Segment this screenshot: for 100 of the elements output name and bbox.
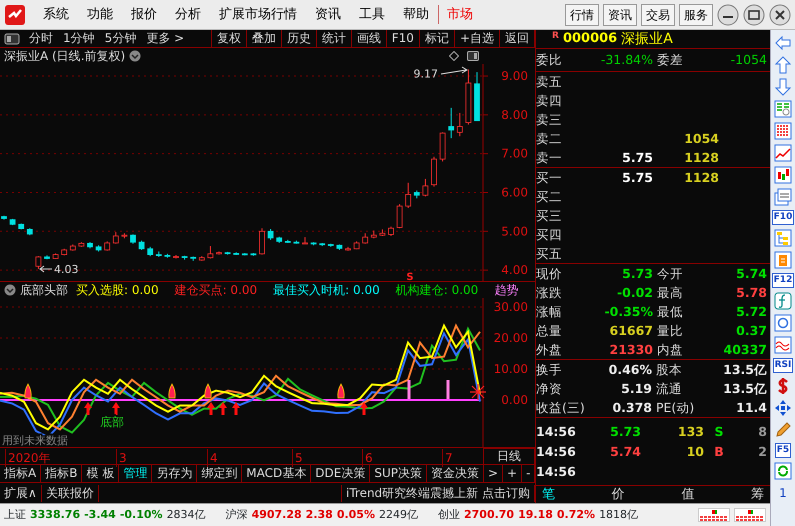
close-icon[interactable] (769, 4, 791, 26)
index-value: 4907.28 (252, 506, 302, 523)
axis-label: 7.00 (501, 146, 528, 161)
extension-tab[interactable]: 关联报价 (42, 484, 99, 502)
indicator-tab[interactable]: MACD基本 (242, 465, 312, 482)
index-name: 创业 (438, 506, 460, 523)
toolbar-button[interactable]: 统计 (316, 30, 351, 47)
indicator-tab[interactable]: SUP决策 (370, 465, 427, 482)
line-chart-icon[interactable] (774, 144, 792, 162)
sell-signal-marker: S (406, 272, 414, 281)
stock-code: 000006 (562, 30, 618, 48)
extension-tab[interactable]: 扩展∧ (0, 484, 42, 502)
toolbar-button[interactable]: 资讯 (603, 4, 637, 26)
candle (112, 232, 119, 244)
news-ticker-link[interactable]: iTrend研究终端震撼上新 点击订购 (341, 484, 535, 502)
toolbar-button[interactable]: 交易 (641, 4, 675, 26)
toolbar-button[interactable]: 画线 (350, 30, 386, 47)
indicator-tab[interactable]: 指标A (0, 465, 42, 482)
maximize-icon[interactable] (743, 4, 765, 26)
toolbar-button[interactable]: RSI (772, 358, 794, 373)
pencil-icon[interactable] (774, 421, 792, 439)
field-value: -31.84% (600, 51, 653, 69)
up-arrow-icon[interactable] (774, 56, 792, 74)
flame-icon (204, 384, 212, 398)
menu-item[interactable]: 分析 (166, 4, 210, 24)
order-level-label: 买五 (536, 245, 563, 263)
detail-tab[interactable]: 笔 (536, 484, 561, 503)
candle (78, 242, 84, 248)
grid-icon[interactable] (774, 122, 792, 140)
toolbar-button[interactable]: 行情 (565, 4, 599, 26)
toolbar-button[interactable]: 复权 (210, 30, 246, 47)
indicator-tab[interactable]: DDE决策 (311, 465, 370, 482)
menu-item[interactable]: 资讯 (306, 4, 350, 24)
function-icon[interactable] (774, 292, 792, 310)
candle (26, 228, 33, 236)
minimize-icon[interactable] (717, 4, 739, 26)
menu-item[interactable]: 功能 (78, 4, 122, 24)
diamond-icon[interactable] (449, 51, 459, 61)
indicator-tab[interactable]: 绑定到 (197, 465, 242, 482)
field-value: 0.378 (612, 399, 652, 417)
indicator-tab[interactable]: 指标B (41, 465, 82, 482)
detail-tab[interactable]: 价 (606, 484, 631, 503)
clipboard-icon[interactable] (774, 251, 792, 269)
down-arrow-icon[interactable] (774, 78, 792, 96)
remove-button[interactable]: - (522, 465, 536, 482)
toolbar-button[interactable]: 历史 (280, 30, 316, 47)
candlestick-icon[interactable] (774, 166, 792, 184)
menu-item[interactable]: 报价 (122, 4, 166, 24)
period-tab[interactable]: 更多 > (141, 30, 190, 47)
realtime-label: R (552, 30, 559, 43)
candle (268, 228, 274, 240)
high-price-label: 9.17 (414, 67, 438, 80)
period-tab[interactable]: 5分钟 (100, 30, 142, 47)
toolbar-button[interactable]: 服务 (679, 4, 713, 26)
menu-item[interactable]: 帮助 (394, 4, 438, 24)
indicator-tab[interactable]: 管理 (119, 465, 152, 482)
candle (310, 242, 316, 246)
field-label: 最高 (656, 284, 684, 302)
table-icon[interactable] (774, 100, 792, 118)
index-value: -0.10% (120, 506, 163, 523)
wave-chart-icon[interactable] (774, 336, 792, 354)
toolbar-button[interactable]: +自选 (454, 30, 499, 47)
toolbar-button[interactable]: 返回 (499, 30, 534, 47)
candle (456, 112, 463, 137)
toolbar-button[interactable]: F12 (772, 273, 794, 288)
candle (18, 223, 24, 230)
period-tab[interactable]: 1分钟 (58, 30, 100, 47)
menu-item[interactable]: 工具 (350, 4, 394, 24)
toolbar-button[interactable]: F10 (386, 30, 419, 47)
more-tabs-button[interactable]: > (484, 465, 504, 482)
leader-line (440, 66, 468, 74)
tree-icon[interactable] (774, 229, 792, 247)
indicator-tab[interactable]: 另存为 (152, 465, 198, 482)
toolbar-button[interactable]: F5 (774, 443, 792, 458)
period-tab[interactable]: 分时 (24, 30, 58, 47)
field-label: PE(动) (655, 399, 696, 417)
menu-item[interactable]: 系统 (34, 4, 78, 24)
indicator-tab[interactable]: 资金决策 (426, 465, 484, 482)
refresh-icon[interactable] (774, 462, 792, 480)
toolbar-button[interactable]: 标记 (418, 30, 454, 47)
add-button[interactable]: + (503, 465, 522, 482)
windows-icon[interactable] (774, 188, 792, 206)
app-logo-icon[interactable] (4, 4, 26, 26)
dropdown-icon[interactable] (129, 50, 142, 62)
left-arrow-icon[interactable] (774, 34, 792, 52)
panel-toggle-icon[interactable] (467, 51, 479, 61)
order-level-label: 买一 (536, 169, 563, 187)
menu-item[interactable]: 扩展市场行情 (210, 4, 306, 24)
field-value: 5.78 (736, 284, 767, 302)
indicator-tab[interactable]: 模 板 (82, 465, 120, 482)
detail-tab[interactable]: 筹 (744, 484, 770, 503)
move-arrows-icon[interactable] (774, 399, 792, 417)
menu-item[interactable]: 市场 (438, 4, 481, 24)
field-value: -1054 (730, 51, 767, 69)
toolbar-button[interactable]: 叠加 (246, 30, 281, 47)
panel-toggle-icon[interactable] (4, 32, 20, 44)
toolbar-button[interactable]: F10 (772, 210, 794, 225)
dropdown-icon[interactable] (4, 284, 16, 296)
buy-arrow-icon (360, 402, 368, 415)
detail-tab[interactable]: 值 (675, 484, 700, 503)
